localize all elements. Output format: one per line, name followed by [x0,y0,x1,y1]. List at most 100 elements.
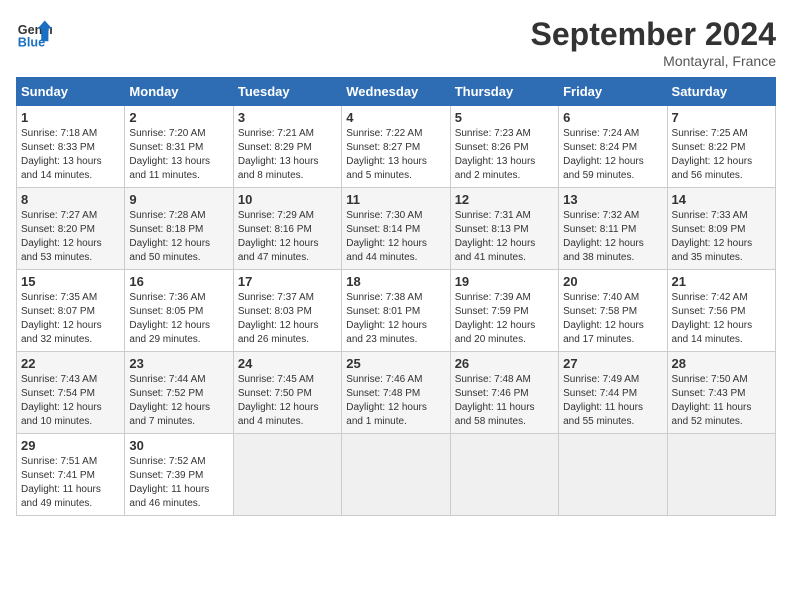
header-row: SundayMondayTuesdayWednesdayThursdayFrid… [17,78,776,106]
calendar-cell: 16 Sunrise: 7:36 AM Sunset: 8:05 PM Dayli… [125,270,233,352]
week-row-5: 29Sunrise: 7:51 AM Sunset: 7:41 PM Dayli… [17,434,776,516]
day-number: 28 [672,356,771,371]
day-number: 2 [129,110,228,125]
day-info: Sunrise: 7:18 AM Sunset: 8:33 PM Dayligh… [21,127,120,183]
day-info: Sunrise: 7:43 AM Sunset: 7:54 PM Dayligh… [21,373,120,429]
calendar-cell [342,434,450,516]
calendar-cell: 14 Sunrise: 7:33 AM Sunset: 8:09 PM Dayli… [667,188,775,270]
calendar-cell: 4 Sunrise: 7:22 AM Sunset: 8:27 PM Daylig… [342,106,450,188]
day-number: 25 [346,356,445,371]
calendar-cell: 20 Sunrise: 7:40 AM Sunset: 7:58 PM Dayli… [559,270,667,352]
calendar-cell: 26 Sunrise: 7:48 AM Sunset: 7:46 PM Dayli… [450,352,558,434]
day-info: Sunrise: 7:30 AM Sunset: 8:14 PM Dayligh… [346,209,445,265]
logo: General Blue [16,16,52,52]
day-info: Sunrise: 7:50 AM Sunset: 7:43 PM Dayligh… [672,373,771,429]
day-info: Sunrise: 7:28 AM Sunset: 8:18 PM Dayligh… [129,209,228,265]
calendar-table: SundayMondayTuesdayWednesdayThursdayFrid… [16,77,776,516]
day-number: 11 [346,192,445,207]
day-info: Sunrise: 7:32 AM Sunset: 8:11 PM Dayligh… [563,209,662,265]
day-number: 13 [563,192,662,207]
day-info: Sunrise: 7:49 AM Sunset: 7:44 PM Dayligh… [563,373,662,429]
day-info: Sunrise: 7:35 AM Sunset: 8:07 PM Dayligh… [21,291,120,347]
day-number: 24 [238,356,337,371]
calendar-cell: 6 Sunrise: 7:24 AM Sunset: 8:24 PM Daylig… [559,106,667,188]
calendar-cell: 11 Sunrise: 7:30 AM Sunset: 8:14 PM Dayli… [342,188,450,270]
day-number: 6 [563,110,662,125]
calendar-cell: 13 Sunrise: 7:32 AM Sunset: 8:11 PM Dayli… [559,188,667,270]
location: Montayral, France [531,53,776,69]
calendar-cell: 21Sunrise: 7:42 AM Sunset: 7:56 PM Dayli… [667,270,775,352]
day-number: 4 [346,110,445,125]
day-number: 26 [455,356,554,371]
calendar-cell: 3Sunrise: 7:21 AM Sunset: 8:29 PM Daylig… [233,106,341,188]
day-number: 9 [129,192,228,207]
day-number: 3 [238,110,337,125]
day-number: 1 [21,110,120,125]
calendar-cell: 5 Sunrise: 7:23 AM Sunset: 8:26 PM Daylig… [450,106,558,188]
logo-icon: General Blue [16,16,52,52]
day-info: Sunrise: 7:23 AM Sunset: 8:26 PM Dayligh… [455,127,554,183]
week-row-3: 15 Sunrise: 7:35 AM Sunset: 8:07 PM Dayli… [17,270,776,352]
day-number: 14 [672,192,771,207]
day-info: Sunrise: 7:27 AM Sunset: 8:20 PM Dayligh… [21,209,120,265]
calendar-cell: 15 Sunrise: 7:35 AM Sunset: 8:07 PM Dayli… [17,270,125,352]
day-info: Sunrise: 7:48 AM Sunset: 7:46 PM Dayligh… [455,373,554,429]
calendar-cell: 23Sunrise: 7:44 AM Sunset: 7:52 PM Dayli… [125,352,233,434]
day-number: 17 [238,274,337,289]
month-title: September 2024 [531,16,776,53]
week-row-4: 22Sunrise: 7:43 AM Sunset: 7:54 PM Dayli… [17,352,776,434]
day-info: Sunrise: 7:36 AM Sunset: 8:05 PM Dayligh… [129,291,228,347]
day-info: Sunrise: 7:40 AM Sunset: 7:58 PM Dayligh… [563,291,662,347]
day-number: 27 [563,356,662,371]
day-number: 10 [238,192,337,207]
day-info: Sunrise: 7:29 AM Sunset: 8:16 PM Dayligh… [238,209,337,265]
day-number: 5 [455,110,554,125]
day-info: Sunrise: 7:37 AM Sunset: 8:03 PM Dayligh… [238,291,337,347]
column-header-monday: Monday [125,78,233,106]
calendar-cell: 24 Sunrise: 7:45 AM Sunset: 7:50 PM Dayli… [233,352,341,434]
calendar-cell: 1 Sunrise: 7:18 AM Sunset: 8:33 PM Daylig… [17,106,125,188]
column-header-sunday: Sunday [17,78,125,106]
calendar-cell [450,434,558,516]
column-header-saturday: Saturday [667,78,775,106]
column-header-thursday: Thursday [450,78,558,106]
calendar-cell: 8 Sunrise: 7:27 AM Sunset: 8:20 PM Daylig… [17,188,125,270]
svg-text:Blue: Blue [18,36,45,50]
day-info: Sunrise: 7:24 AM Sunset: 8:24 PM Dayligh… [563,127,662,183]
day-info: Sunrise: 7:51 AM Sunset: 7:41 PM Dayligh… [21,455,120,511]
calendar-cell: 12Sunrise: 7:31 AM Sunset: 8:13 PM Dayli… [450,188,558,270]
calendar-cell [559,434,667,516]
calendar-cell [667,434,775,516]
calendar-cell [233,434,341,516]
column-header-friday: Friday [559,78,667,106]
day-info: Sunrise: 7:31 AM Sunset: 8:13 PM Dayligh… [455,209,554,265]
day-number: 8 [21,192,120,207]
day-number: 16 [129,274,228,289]
column-header-tuesday: Tuesday [233,78,341,106]
day-info: Sunrise: 7:46 AM Sunset: 7:48 PM Dayligh… [346,373,445,429]
column-header-wednesday: Wednesday [342,78,450,106]
day-info: Sunrise: 7:42 AM Sunset: 7:56 PM Dayligh… [672,291,771,347]
day-info: Sunrise: 7:22 AM Sunset: 8:27 PM Dayligh… [346,127,445,183]
calendar-cell: 10 Sunrise: 7:29 AM Sunset: 8:16 PM Dayli… [233,188,341,270]
calendar-cell: 7Sunrise: 7:25 AM Sunset: 8:22 PM Daylig… [667,106,775,188]
calendar-cell: 25 Sunrise: 7:46 AM Sunset: 7:48 PM Dayli… [342,352,450,434]
calendar-cell: 18Sunrise: 7:38 AM Sunset: 8:01 PM Dayli… [342,270,450,352]
day-number: 7 [672,110,771,125]
day-info: Sunrise: 7:39 AM Sunset: 7:59 PM Dayligh… [455,291,554,347]
day-info: Sunrise: 7:45 AM Sunset: 7:50 PM Dayligh… [238,373,337,429]
day-number: 20 [563,274,662,289]
day-number: 23 [129,356,228,371]
calendar-cell: 29Sunrise: 7:51 AM Sunset: 7:41 PM Dayli… [17,434,125,516]
day-number: 15 [21,274,120,289]
day-number: 18 [346,274,445,289]
day-number: 30 [129,438,228,453]
calendar-cell: 19 Sunrise: 7:39 AM Sunset: 7:59 PM Dayli… [450,270,558,352]
title-block: September 2024 Montayral, France [531,16,776,69]
day-info: Sunrise: 7:33 AM Sunset: 8:09 PM Dayligh… [672,209,771,265]
calendar-cell: 30Sunrise: 7:52 AM Sunset: 7:39 PM Dayli… [125,434,233,516]
day-number: 19 [455,274,554,289]
calendar-cell: 28 Sunrise: 7:50 AM Sunset: 7:43 PM Dayli… [667,352,775,434]
page-header: General Blue September 2024 Montayral, F… [16,16,776,69]
calendar-cell: 9 Sunrise: 7:28 AM Sunset: 8:18 PM Daylig… [125,188,233,270]
